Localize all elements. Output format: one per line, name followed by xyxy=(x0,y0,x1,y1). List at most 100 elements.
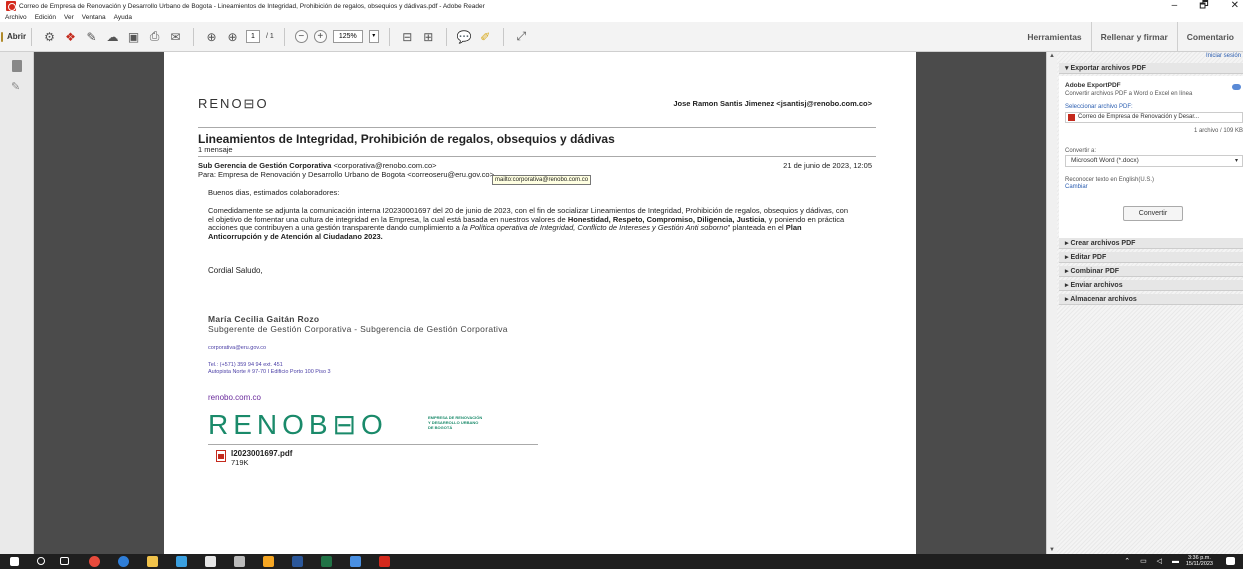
scroll-down-icon[interactable]: ▼ xyxy=(1049,547,1055,553)
page-number-input[interactable]: 1 xyxy=(246,30,260,43)
tab-comentario[interactable]: Comentario xyxy=(1176,22,1243,52)
email-subject: Lineamientos de Integridad, Prohibición … xyxy=(198,132,615,146)
toolbar-separator xyxy=(445,27,447,46)
window-controls: – 🗗 ✕ xyxy=(1172,0,1239,12)
email-to: Para: Empresa de Renovación y Desarrollo… xyxy=(198,170,494,179)
page-thumbnails-icon[interactable] xyxy=(12,60,22,72)
minimize-button[interactable]: – xyxy=(1172,0,1178,12)
convert-button[interactable]: Convertir xyxy=(1123,206,1183,221)
acrobat-icon[interactable]: ❖ xyxy=(63,29,78,44)
section-crear-pdf[interactable]: ▸ Crear archivos PDF xyxy=(1059,238,1243,249)
highlight-icon[interactable]: ✐ xyxy=(478,29,493,44)
menu-edicion[interactable]: Edición xyxy=(35,14,56,21)
word-icon[interactable] xyxy=(292,556,303,567)
body-text-3: " planteada en el xyxy=(727,223,784,232)
notifications-icon[interactable] xyxy=(1226,557,1235,565)
adobe-reader-window: Correo de Empresa de Renovación y Desarr… xyxy=(0,0,1243,569)
exportpdf-title: Adobe ExportPDF xyxy=(1065,82,1121,89)
from-address[interactable]: <corporativa@renobo.com.co> xyxy=(333,161,436,170)
comment-icon[interactable]: 💬 xyxy=(457,29,472,44)
app-icon[interactable] xyxy=(350,556,361,567)
zoom-dropdown-button[interactable]: ▾ xyxy=(368,30,379,43)
menu-ayuda[interactable]: Ayuda xyxy=(114,14,132,21)
attachment-name[interactable]: I2023001697.pdf xyxy=(231,449,292,458)
fit-page-icon[interactable]: ⊞ xyxy=(421,29,436,44)
mail-icon[interactable] xyxy=(205,556,216,567)
edit-icon[interactable]: ✎ xyxy=(84,29,99,44)
zoom-out-button[interactable]: − xyxy=(294,30,308,43)
fit-width-icon[interactable]: ⊟ xyxy=(400,29,415,44)
exportpdf-description: Convertir archivos PDF a Word o Excel en… xyxy=(1065,91,1193,97)
toolbar-left: Abrir ⚙ ❖ ✎ ☁ ▣ ⎙ ✉ ⊕ ⊕ 1 / 1 − + 125% ▾… xyxy=(0,27,529,46)
pdf-file-icon xyxy=(216,450,226,462)
select-pdf-label[interactable]: Seleccionar archivo PDF: xyxy=(1065,104,1133,110)
save-icon[interactable]: ▣ xyxy=(126,29,141,44)
cloud-icon[interactable]: ☁ xyxy=(105,29,120,44)
folder-icon xyxy=(0,31,3,42)
signature-email-link[interactable]: corporativa@eru.gov.co xyxy=(208,345,266,351)
menu-ver[interactable]: Ver xyxy=(64,14,74,21)
system-tray[interactable]: ⌃ ▭ ◁ ▬ xyxy=(1124,557,1183,565)
menu-ventana[interactable]: Ventana xyxy=(82,14,106,21)
convert-format-value: Microsoft Word (*.docx) xyxy=(1071,157,1139,164)
signature-website-link[interactable]: renobo.com.co xyxy=(208,393,261,402)
expand-icon[interactable]: ⤢ xyxy=(514,29,529,44)
edge-icon[interactable] xyxy=(118,556,129,567)
page-total: / 1 xyxy=(266,33,274,40)
tab-herramientas[interactable]: Herramientas xyxy=(1018,22,1090,52)
file-count: 1 archivo / 109 KB xyxy=(1193,128,1243,134)
tab-rellenar-y-firmar[interactable]: Rellenar y firmar xyxy=(1090,22,1177,52)
section-editar-pdf[interactable]: ▸ Editar PDF xyxy=(1059,252,1243,263)
task-tabs: Herramientas Rellenar y firmar Comentari… xyxy=(1018,22,1243,52)
toolbar-separator xyxy=(31,27,32,46)
adobe-reader-taskbar-icon[interactable] xyxy=(379,556,390,567)
menu-archivo[interactable]: Archivo xyxy=(5,14,27,21)
navigation-pane: ✎ xyxy=(0,52,34,554)
task-view-icon[interactable] xyxy=(60,557,69,565)
explorer-icon[interactable] xyxy=(176,556,187,567)
print-icon[interactable]: ⎙ xyxy=(147,29,162,44)
zoom-input[interactable]: 125% xyxy=(332,30,363,43)
maximize-button[interactable]: 🗗 xyxy=(1199,0,1208,12)
section-combinar-pdf[interactable]: ▸ Combinar PDF xyxy=(1059,266,1243,277)
attachments-icon[interactable]: ✎ xyxy=(11,80,20,93)
toolbar-separator xyxy=(193,27,194,46)
email-date: 21 de junio de 2023, 12:05 xyxy=(783,161,872,170)
scroll-up-icon[interactable]: ▲ xyxy=(1049,53,1055,59)
login-link[interactable]: Iniciar sesión xyxy=(1206,53,1241,59)
change-language-link[interactable]: Cambiar xyxy=(1065,184,1088,190)
email-body-paragraph: Comedidamente se adjunta la comunicación… xyxy=(208,206,848,241)
pdf-file-icon xyxy=(1068,114,1075,121)
search-icon[interactable] xyxy=(37,557,45,565)
attachment-divider xyxy=(208,444,538,445)
policy-text: la Política operativa de Integridad, Con… xyxy=(461,223,728,232)
close-button[interactable]: ✕ xyxy=(1231,0,1239,12)
section-enviar-archivos[interactable]: ▸ Enviar archivos xyxy=(1059,280,1243,291)
start-icon[interactable] xyxy=(10,557,19,566)
store-icon[interactable] xyxy=(147,556,158,567)
ocr-language-label: Reconocer texto en English(U.S.) xyxy=(1065,177,1155,183)
toolbar-separator xyxy=(502,27,504,46)
chrome-icon[interactable] xyxy=(89,556,100,567)
previous-page-icon[interactable]: ⊕ xyxy=(204,29,219,44)
account-header: Jose Ramon Santis Jimenez <jsantisj@reno… xyxy=(673,99,872,108)
selected-file-field[interactable]: Correo de Empresa de Renovación y Desar.… xyxy=(1065,112,1243,123)
clock[interactable]: 3:36 p.m. 15/11/2023 xyxy=(1186,555,1213,567)
create-pdf-icon[interactable]: ⚙ xyxy=(42,29,57,44)
export-pdf-header[interactable]: ▾ Exportar archivos PDF xyxy=(1059,63,1243,74)
open-label: Abrir xyxy=(6,32,27,41)
cloud-icon xyxy=(1232,84,1241,90)
next-page-icon[interactable]: ⊕ xyxy=(225,29,240,44)
calculator-icon[interactable] xyxy=(234,556,245,567)
section-almacenar-archivos[interactable]: ▸ Almacenar archivos xyxy=(1059,294,1243,305)
excel-icon[interactable] xyxy=(321,556,332,567)
zoom-in-button[interactable]: + xyxy=(313,30,327,43)
chevron-down-icon: ▾ xyxy=(1234,158,1238,164)
email-icon[interactable]: ✉ xyxy=(168,29,183,44)
tool-icon[interactable] xyxy=(263,556,274,567)
convert-format-select[interactable]: Microsoft Word (*.docx) ▾ xyxy=(1065,155,1243,167)
toolbar: Abrir ⚙ ❖ ✎ ☁ ▣ ⎙ ✉ ⊕ ⊕ 1 / 1 − + 125% ▾… xyxy=(0,22,1243,52)
vertical-scrollbar[interactable]: ▲ ▼ xyxy=(1046,52,1057,554)
open-button[interactable]: Abrir xyxy=(0,29,26,44)
link-tooltip: mailto:corporativa@renobo.com.co xyxy=(492,175,592,185)
